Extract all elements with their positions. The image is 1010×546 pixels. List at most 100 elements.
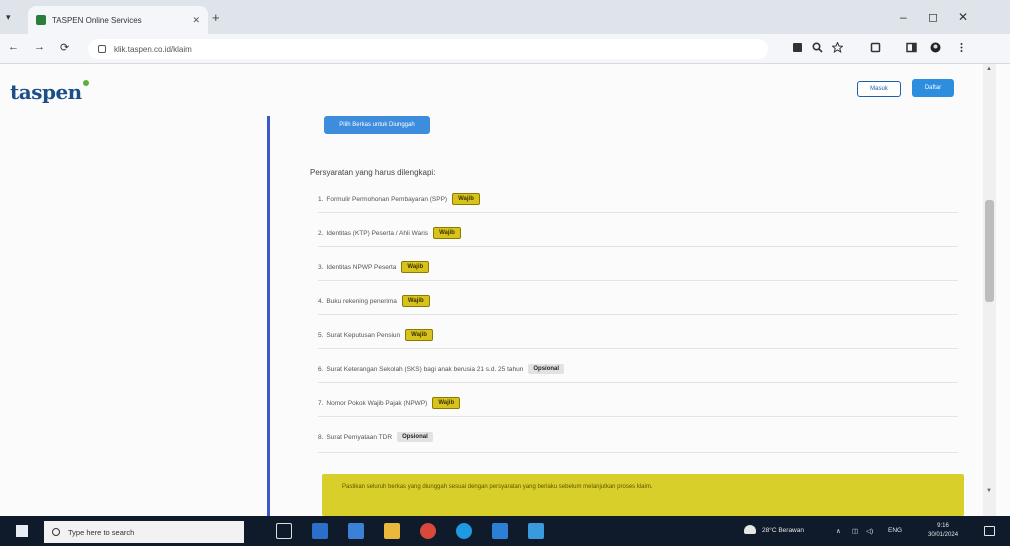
- sidepanel-icon[interactable]: [906, 42, 917, 53]
- search-placeholder: Type here to search: [68, 527, 135, 537]
- mail-icon[interactable]: [348, 523, 364, 539]
- clock-time: 9:16: [937, 523, 949, 529]
- bookmark-star-icon[interactable]: [832, 42, 843, 53]
- weather-icon[interactable]: [744, 525, 756, 534]
- item-number: 5.: [318, 331, 324, 339]
- taskbar-search[interactable]: Type here to search: [44, 521, 244, 543]
- item-label: Surat Keterangan Sekolah (SKS) bagi anak…: [326, 365, 524, 373]
- forward-button[interactable]: →: [34, 41, 45, 53]
- file-explorer-icon[interactable]: [384, 523, 400, 539]
- required-badge: Wajib: [405, 329, 433, 341]
- notification-icon[interactable]: [984, 526, 995, 536]
- logo-leaf-icon: [82, 80, 89, 86]
- item-number: 1.: [318, 195, 324, 203]
- volume-icon[interactable]: ◁): [866, 527, 873, 535]
- screen: ▾ TASPEN Online Services ✕ + – ◻ ✕ ← → ⟳…: [0, 0, 1010, 546]
- item-number: 4.: [318, 297, 324, 305]
- divider: [318, 348, 958, 349]
- language-indicator[interactable]: ENG: [888, 527, 902, 534]
- sidebar-divider: [267, 116, 270, 516]
- tab-search-button[interactable]: ▾: [6, 12, 11, 23]
- required-badge: Wajib: [401, 261, 430, 273]
- login-button[interactable]: Masuk: [857, 81, 901, 97]
- divider: [318, 280, 958, 281]
- tray-chevron-icon[interactable]: ∧: [836, 527, 841, 535]
- extensions-icon[interactable]: [870, 42, 881, 53]
- page-content: taspen Masuk Daftar Pilih Berkas untuk D…: [0, 64, 1010, 516]
- zoom-icon[interactable]: [812, 42, 823, 53]
- requirement-item: 6. Surat Keterangan Sekolah (SKS) bagi a…: [318, 361, 565, 377]
- item-number: 3.: [318, 263, 324, 271]
- kebab-menu-icon[interactable]: [956, 42, 967, 53]
- task-view-icon[interactable]: [276, 523, 292, 539]
- network-icon[interactable]: ◫: [852, 527, 858, 535]
- browser-tab[interactable]: TASPEN Online Services ✕: [28, 6, 208, 34]
- chrome-icon[interactable]: [420, 523, 436, 539]
- start-button[interactable]: [16, 525, 28, 537]
- clock-date: 30/01/2024: [928, 532, 959, 538]
- item-label: Identitas (KTP) Peserta / Ahli Waris: [326, 229, 429, 237]
- divider: [318, 452, 958, 453]
- required-badge: Wajib: [452, 193, 480, 205]
- install-icon[interactable]: [792, 42, 803, 53]
- item-label: Surat Pernyataan TDR: [326, 433, 393, 441]
- item-number: 7.: [318, 399, 324, 407]
- maximize-button[interactable]: ◻: [928, 10, 938, 24]
- browser-toolbar: ← → ⟳ klik.taspen.co.id/klaim: [0, 34, 1010, 64]
- minimize-button[interactable]: –: [900, 10, 907, 24]
- optional-badge: Opsional: [397, 432, 433, 442]
- requirement-item: 1. Formulir Permohonan Pembayaran (SPP) …: [318, 191, 480, 207]
- notice-banner: Pastikan seluruh berkas yang diunggah se…: [322, 474, 964, 516]
- requirement-item: 7. Nomor Pokok Wajib Pajak (NPWP) Wajib: [318, 395, 461, 411]
- photos-icon[interactable]: [528, 523, 544, 539]
- windows-taskbar: Type here to search 28°C Berawan ∧ ◫ ◁) …: [0, 516, 1010, 546]
- optional-badge: Opsional: [528, 364, 565, 374]
- upload-file-button[interactable]: Pilih Berkas untuk Diunggah: [324, 116, 430, 134]
- item-label: Surat Keputusan Pensiun: [326, 331, 401, 339]
- requirement-item: 4. Buku rekening penerima Wajib: [318, 293, 430, 309]
- required-badge: Wajib: [432, 397, 461, 409]
- divider: [318, 382, 958, 383]
- address-text: klik.taspen.co.id/klaim: [114, 44, 192, 54]
- register-button[interactable]: Daftar: [912, 79, 954, 97]
- tab-close-icon[interactable]: ✕: [192, 15, 200, 26]
- required-badge: Wajib: [433, 227, 461, 239]
- logo-text: taspen: [10, 80, 82, 104]
- browser-app-icon[interactable]: [456, 523, 472, 539]
- profile-avatar-icon[interactable]: [930, 42, 941, 53]
- taspen-logo[interactable]: taspen: [10, 80, 89, 104]
- requirements-title: Persyaratan yang harus dilengkapi:: [310, 168, 436, 177]
- back-button[interactable]: ←: [8, 41, 19, 53]
- item-number: 2.: [318, 229, 324, 237]
- required-badge: Wajib: [401, 295, 430, 307]
- requirement-item: 3. Identitas NPWP Peserta Wajib: [318, 259, 430, 275]
- scrollbar-thumb[interactable]: [985, 200, 994, 302]
- item-label: Identitas NPWP Peserta: [326, 263, 397, 271]
- weather-text[interactable]: 28°C Berawan: [762, 527, 804, 534]
- close-window-button[interactable]: ✕: [958, 10, 968, 24]
- scroll-down-icon[interactable]: ▼: [986, 488, 992, 494]
- search-icon: [52, 528, 60, 536]
- reload-button[interactable]: ⟳: [60, 41, 69, 54]
- divider: [318, 314, 958, 315]
- new-tab-button[interactable]: +: [212, 10, 220, 25]
- item-number: 8.: [318, 433, 324, 441]
- tab-title: TASPEN Online Services: [52, 15, 142, 25]
- item-label: Nomor Pokok Wajib Pajak (NPWP): [326, 399, 428, 407]
- item-label: Buku rekening penerima: [326, 297, 397, 305]
- address-bar[interactable]: klik.taspen.co.id/klaim: [88, 39, 768, 59]
- scroll-up-icon[interactable]: ▲: [986, 66, 992, 72]
- divider: [318, 212, 958, 213]
- store-icon[interactable]: [492, 523, 508, 539]
- divider: [318, 416, 958, 417]
- browser-tabstrip: ▾ TASPEN Online Services ✕ + – ◻ ✕: [0, 0, 1010, 34]
- taskbar-clock[interactable]: 9:16 30/01/2024: [928, 522, 958, 540]
- favicon-icon: [36, 15, 46, 25]
- item-label: Formulir Permohonan Pembayaran (SPP): [326, 195, 448, 203]
- requirement-item: 5. Surat Keputusan Pensiun Wajib: [318, 327, 433, 343]
- edge-icon[interactable]: [312, 523, 328, 539]
- divider: [318, 246, 958, 247]
- requirement-item: 2. Identitas (KTP) Peserta / Ahli Waris …: [318, 225, 461, 241]
- requirement-item: 8. Surat Pernyataan TDR Opsional: [318, 429, 433, 445]
- item-number: 6.: [318, 365, 324, 373]
